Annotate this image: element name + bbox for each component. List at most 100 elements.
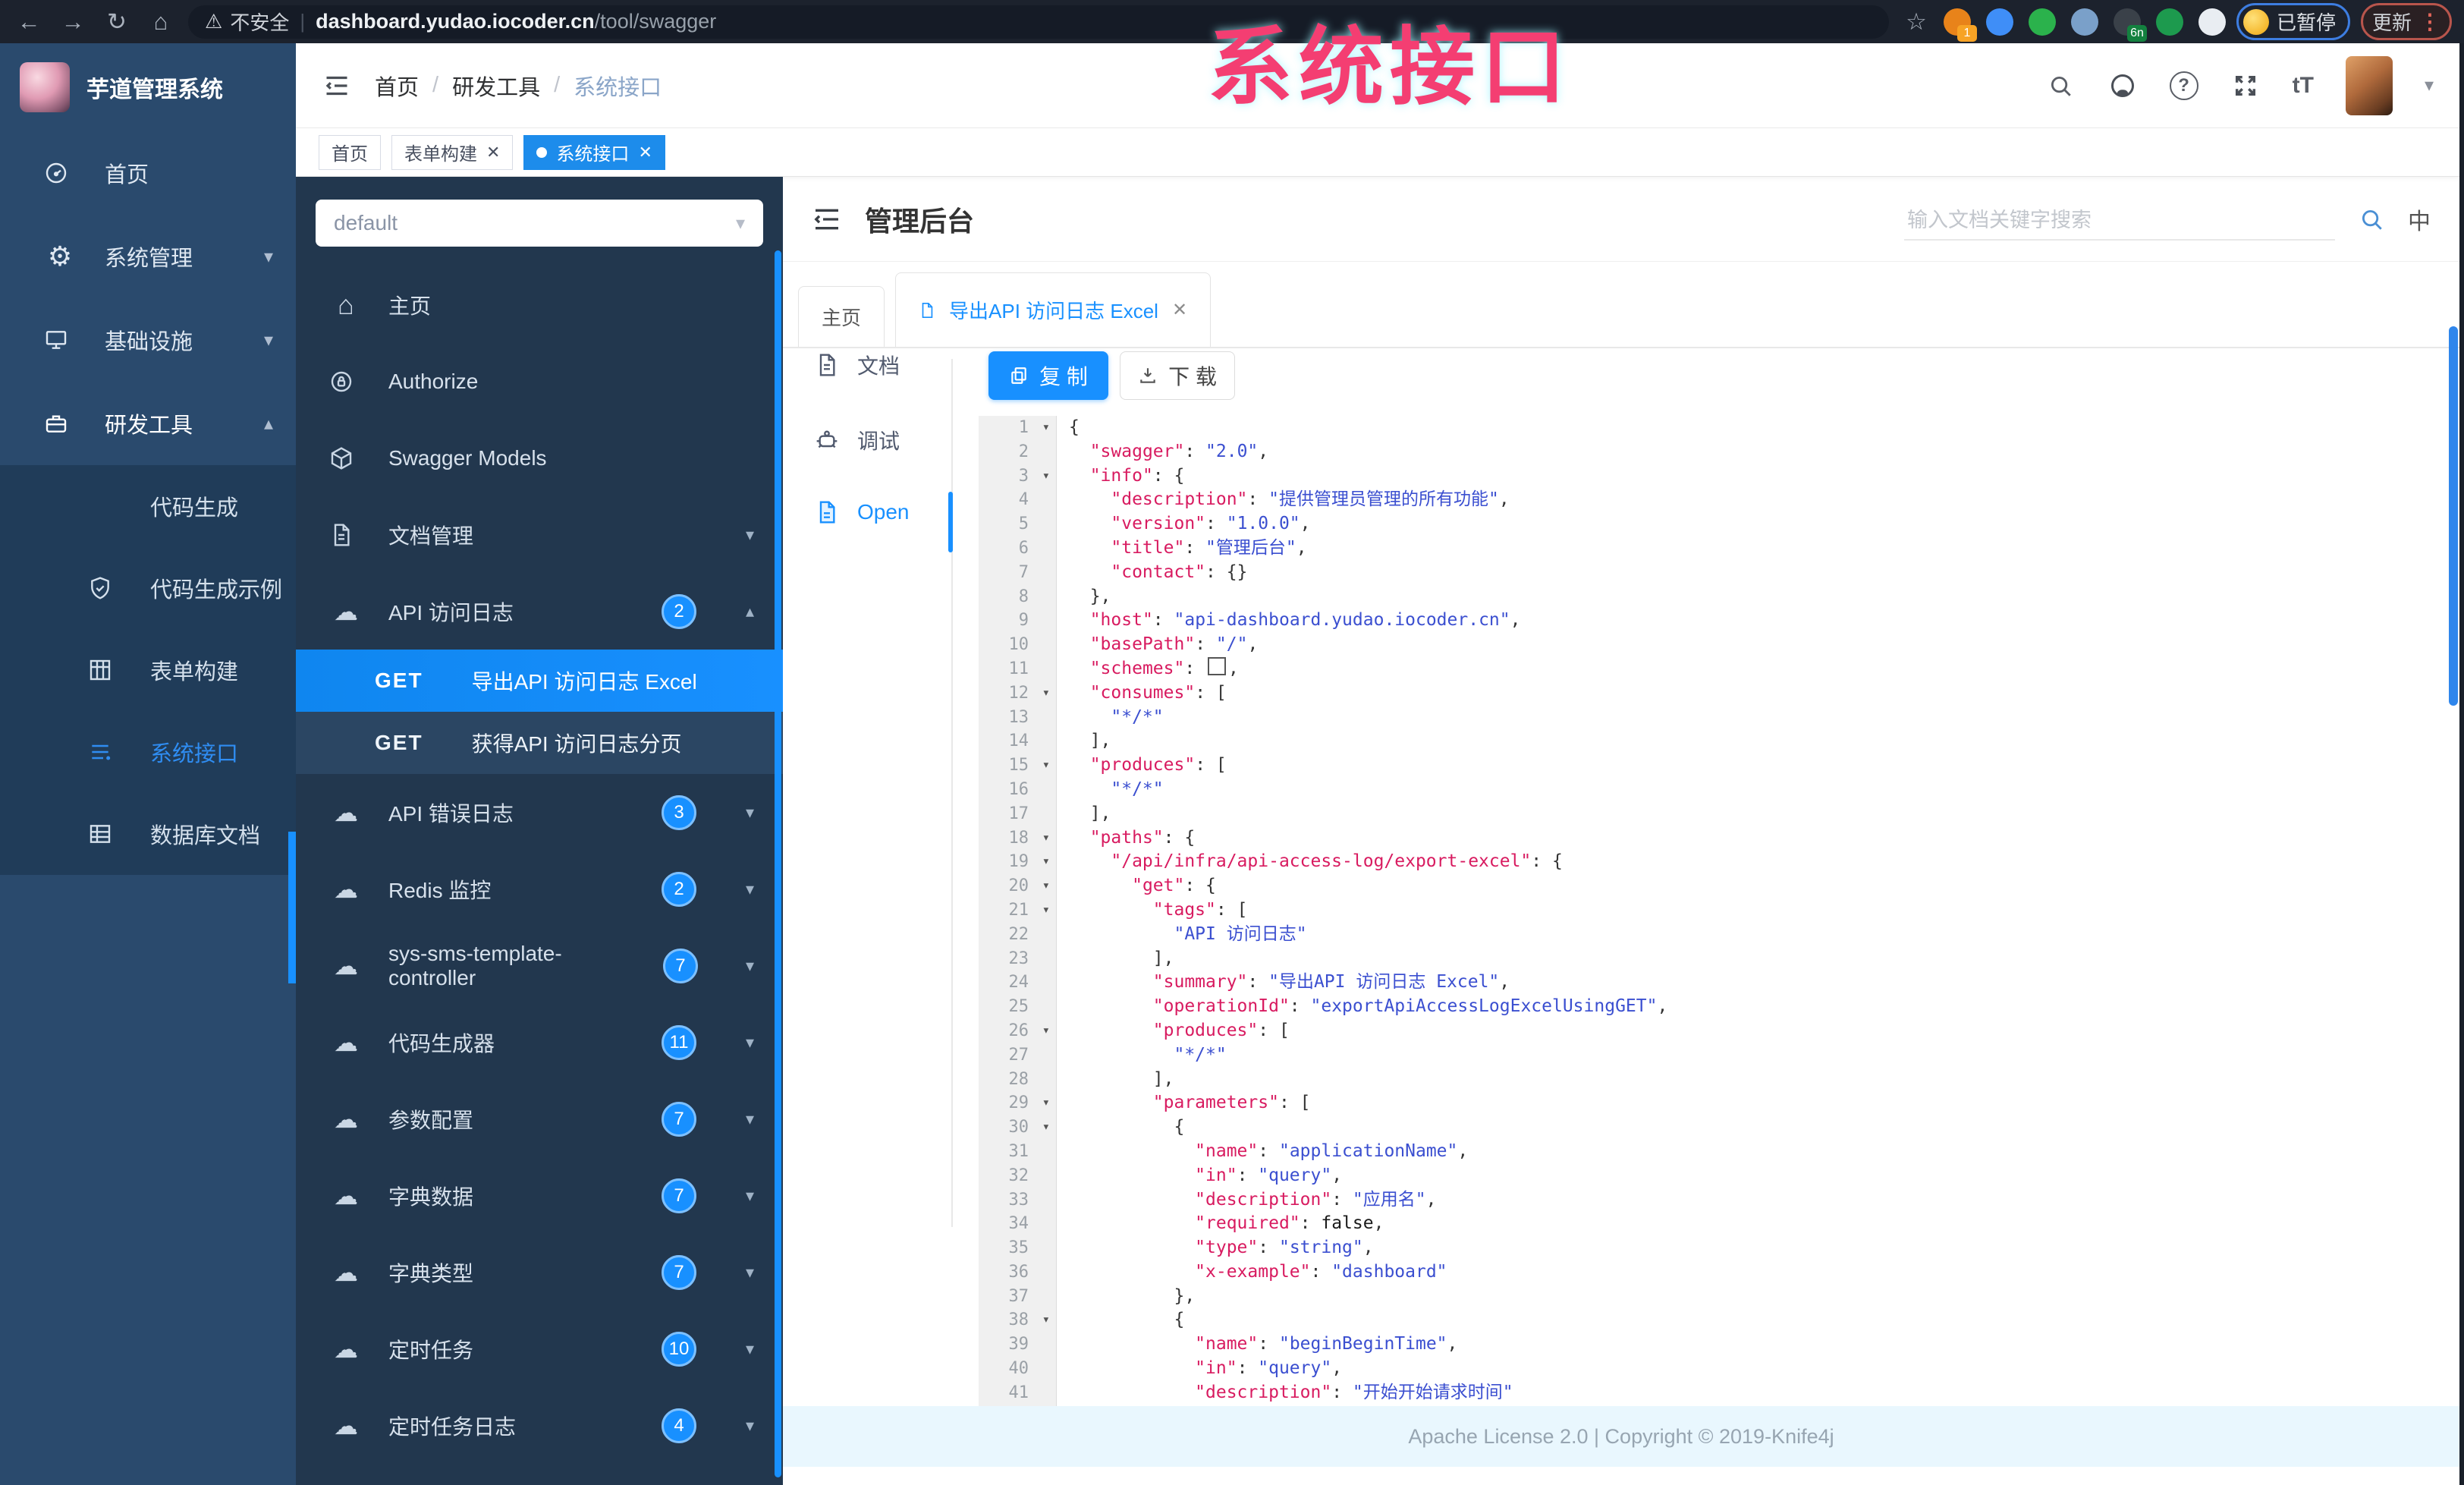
sidebar-subitem-3[interactable]: 表单构建: [0, 629, 296, 711]
collapse-menu-icon[interactable]: [812, 204, 842, 234]
menu-dots-icon[interactable]: ⋮: [2419, 9, 2440, 34]
home-icon[interactable]: ⌂: [144, 0, 178, 43]
chevron-down-icon[interactable]: ▾: [722, 525, 754, 545]
ext-green-ring-icon[interactable]: [2028, 8, 2056, 36]
tab-系统接口[interactable]: 系统接口 ✕: [523, 134, 665, 170]
swagger-item-4[interactable]: 文档管理 ▾: [296, 496, 783, 573]
sidebar-item-4[interactable]: 研发工具 ▴: [0, 382, 296, 465]
sidebar-subitem-1[interactable]: 代码生成: [0, 465, 296, 547]
sidebar-item-2[interactable]: ⚙ 系统管理 ▾: [0, 215, 296, 298]
sidebar-item-3[interactable]: 基础设施 ▾: [0, 298, 296, 382]
tab-表单构建[interactable]: 表单构建 ✕: [391, 134, 514, 170]
sidebar-subitem-5[interactable]: 数据库文档: [0, 793, 296, 875]
close-icon[interactable]: ✕: [638, 143, 652, 162]
swagger-item-7[interactable]: ☁ Redis 监控 2 ▾: [296, 851, 783, 927]
main-scrollbar-thumb[interactable]: [2449, 326, 2458, 706]
code-editor[interactable]: 1 ▾ 2 3 ▾ 4 5 6 7 8 9 10 11 12 ▾ 13 14 15 ▾ 16 17 18 ▾ 19 ▾ 20 ▾ 21…: [979, 416, 2450, 1406]
address-bar[interactable]: ⚠ 不安全 | dashboard.yudao.iocoder.cn/tool/…: [188, 5, 1889, 39]
swagger-item-11[interactable]: ☁ 字典数据 7 ▾: [296, 1157, 783, 1234]
logo-row[interactable]: 芋道管理系统: [0, 43, 296, 131]
avatar-caret-icon[interactable]: ▾: [2425, 74, 2434, 96]
chevron-down-icon[interactable]: ▾: [722, 1186, 754, 1206]
sidebar-scrollbar-thumb[interactable]: [288, 832, 296, 983]
swagger-item-15[interactable]: ☁岗位4▾: [296, 1464, 783, 1485]
endpoint-获得API 访问日志分页[interactable]: GET 获得API 访问日志分页: [296, 712, 783, 774]
help-icon[interactable]: ?: [2169, 71, 2198, 100]
bookmark-star-icon[interactable]: ☆: [1900, 0, 1933, 43]
chevron-down-icon[interactable]: ▾: [722, 1033, 754, 1052]
doc-tab-主页[interactable]: 主页: [798, 286, 885, 347]
fold-marker-icon[interactable]: ▾: [1042, 681, 1050, 706]
fold-marker-icon[interactable]: ▾: [1042, 464, 1050, 489]
paused-extension-pill[interactable]: 已暂停: [2236, 3, 2350, 40]
tab-首页[interactable]: 首页: [319, 134, 381, 170]
fold-marker-icon[interactable]: ▾: [1042, 754, 1050, 778]
swagger-item-1[interactable]: ⌂ 主页: [296, 266, 783, 343]
fullscreen-icon[interactable]: [2230, 71, 2261, 101]
swagger-scrollbar-thumb[interactable]: [775, 250, 781, 1477]
chevron-down-icon[interactable]: ▾: [722, 1263, 754, 1282]
forward-icon[interactable]: →: [56, 0, 90, 43]
editor-code[interactable]: { "swagger": "2.0", "info": { "descripti…: [1057, 416, 2450, 1406]
browser-update-button[interactable]: 更新 ⋮: [2360, 3, 2452, 40]
doc-tab-导出API 访问日志 Excel[interactable]: 导出API 访问日志 Excel ✕: [895, 272, 1212, 347]
fold-marker-icon[interactable]: ▾: [1042, 1308, 1050, 1332]
breadcrumb-item[interactable]: 研发工具: [452, 70, 540, 102]
swagger-item-12[interactable]: ☁ 字典类型 7 ▾: [296, 1234, 783, 1310]
search-icon[interactable]: [2045, 71, 2076, 101]
hamburger-fold-icon[interactable]: [322, 71, 352, 101]
language-toggle[interactable]: 中: [2408, 203, 2431, 236]
copy-button[interactable]: 复 制: [988, 351, 1108, 400]
url-text[interactable]: dashboard.yudao.iocoder.cn/tool/swagger: [316, 10, 716, 33]
ext-star-icon[interactable]: [2198, 8, 2226, 36]
sidebar-subitem-2[interactable]: 代码生成示例: [0, 547, 296, 629]
swagger-item-8[interactable]: ☁ sys-sms-template-controller 7 ▾: [296, 927, 783, 1004]
chevron-down-icon[interactable]: ▾: [724, 956, 754, 976]
font-size-icon[interactable]: tT: [2293, 73, 2314, 99]
swagger-item-10[interactable]: ☁ 参数配置 7 ▾: [296, 1081, 783, 1157]
chevron-down-icon[interactable]: ▾: [722, 1339, 754, 1359]
fold-marker-icon[interactable]: ▾: [1042, 874, 1050, 898]
doc-search-input[interactable]: 输入文档关键字搜索: [1904, 197, 2335, 241]
fold-marker-icon[interactable]: ▾: [1042, 850, 1050, 874]
back-icon[interactable]: ←: [12, 0, 46, 43]
fold-marker-icon[interactable]: ▾: [1042, 1091, 1050, 1115]
swagger-item-2[interactable]: Authorize: [296, 343, 783, 420]
fold-marker-icon[interactable]: ▾: [1042, 826, 1050, 851]
github-icon[interactable]: [2107, 71, 2138, 101]
swagger-item-9[interactable]: ☁ 代码生成器 11 ▾: [296, 1004, 783, 1081]
sidebar-item-1[interactable]: 首页: [0, 131, 296, 215]
breadcrumb-item[interactable]: 首页: [375, 70, 419, 102]
chevron-up-icon[interactable]: ▴: [722, 602, 754, 621]
ext-dark-icon[interactable]: 6n: [2113, 8, 2147, 42]
reload-icon[interactable]: ↻: [100, 0, 134, 43]
fold-marker-icon[interactable]: ▾: [1042, 898, 1050, 923]
side-tab-文档[interactable]: 文档: [815, 350, 900, 380]
group-select[interactable]: default ▾: [316, 200, 763, 247]
swagger-item-14[interactable]: ☁ 定时任务日志 4 ▾: [296, 1387, 783, 1464]
ext-leaf-icon[interactable]: [2155, 8, 2183, 36]
sidebar-subitem-4[interactable]: 系统接口: [0, 711, 296, 793]
swagger-item-13[interactable]: ☁ 定时任务 10 ▾: [296, 1310, 783, 1387]
doc-search-icon[interactable]: [2356, 204, 2387, 234]
side-tab-调试[interactable]: 调试: [815, 425, 900, 455]
swagger-item-5[interactable]: ☁ API 访问日志 2 ▴: [296, 573, 783, 650]
chevron-down-icon[interactable]: ▾: [722, 803, 754, 823]
close-icon[interactable]: ✕: [1172, 299, 1187, 321]
ext-orange-icon[interactable]: 1: [1943, 8, 1977, 42]
fold-marker-icon[interactable]: ▾: [1042, 1019, 1050, 1043]
ext-grid-icon[interactable]: [2070, 8, 2098, 36]
chevron-down-icon[interactable]: ▾: [722, 879, 754, 899]
fold-marker-icon[interactable]: ▾: [1042, 1115, 1050, 1140]
fold-marker-icon[interactable]: ▾: [1042, 416, 1050, 440]
not-secure-badge[interactable]: ⚠ 不安全: [205, 8, 289, 36]
swagger-item-6[interactable]: ☁ API 错误日志 3 ▾: [296, 774, 783, 851]
swagger-item-3[interactable]: Swagger Models: [296, 420, 783, 496]
download-button[interactable]: 下 载: [1120, 351, 1235, 400]
user-avatar[interactable]: [2345, 55, 2393, 115]
collapsed-array-icon[interactable]: [1208, 656, 1227, 675]
chevron-down-icon[interactable]: ▾: [722, 1416, 754, 1436]
chevron-down-icon[interactable]: ▾: [722, 1109, 754, 1129]
side-tab-Open[interactable]: Open: [815, 500, 910, 524]
endpoint-导出API 访问日志 Excel[interactable]: GET 导出API 访问日志 Excel: [296, 650, 783, 712]
